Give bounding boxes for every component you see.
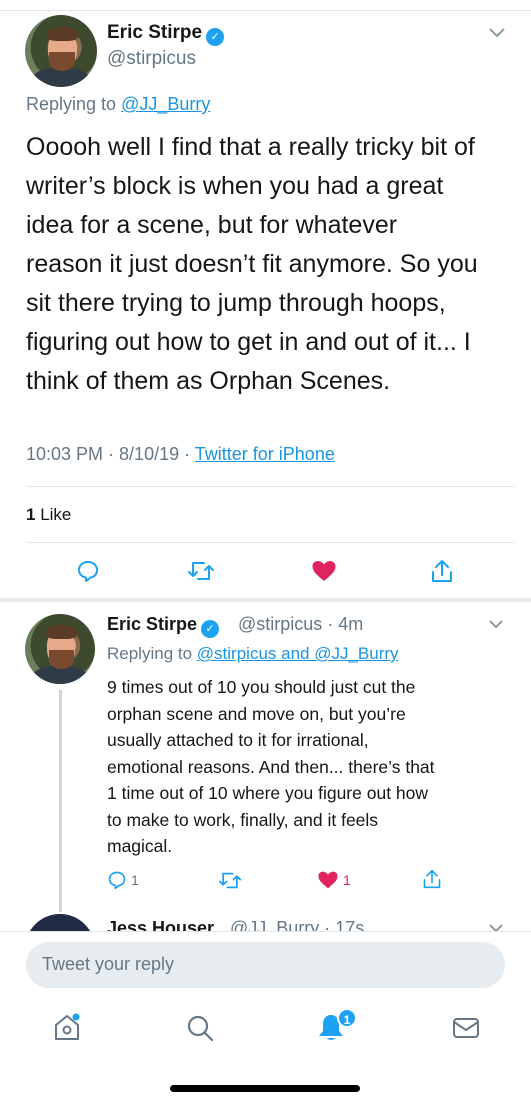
like-button[interactable] bbox=[311, 559, 337, 583]
share-icon bbox=[432, 560, 452, 582]
author-name[interactable]: Jess Houser bbox=[107, 918, 214, 931]
tab-search[interactable] bbox=[186, 1014, 214, 1047]
thread-line bbox=[59, 690, 62, 912]
reply-button[interactable] bbox=[76, 559, 100, 583]
chevron-down-icon[interactable] bbox=[488, 920, 504, 931]
peek-tweet[interactable]: Jess Houser @JJ_Burry · 17s bbox=[0, 900, 531, 931]
chevron-down-icon[interactable] bbox=[488, 26, 506, 44]
reply-icon bbox=[108, 871, 126, 890]
reply-count: 1 bbox=[131, 872, 139, 888]
tweet-timestamp: 10:03 PM · 8/10/19 · Twitter for iPhone bbox=[26, 444, 335, 464]
avatar[interactable] bbox=[25, 614, 95, 684]
home-icon bbox=[55, 1013, 80, 1040]
retweet-icon bbox=[218, 872, 242, 889]
like-count: 1 bbox=[343, 872, 351, 888]
replying-to-link[interactable]: @JJ_Burry bbox=[121, 94, 210, 114]
replying-to: Replying to @JJ_Burry bbox=[26, 94, 211, 114]
replying-to: Replying to @stirpicus and @JJ_Burry bbox=[107, 644, 399, 663]
heart-filled-icon bbox=[318, 871, 338, 889]
search-icon bbox=[187, 1015, 214, 1042]
reply-input-placeholder: Tweet your reply bbox=[42, 954, 175, 974]
like-button[interactable]: 1 bbox=[317, 870, 351, 890]
notification-badge: 1 bbox=[337, 1008, 357, 1028]
replying-to-link[interactable]: @stirpicus and @JJ_Burry bbox=[197, 644, 399, 663]
chevron-down-icon[interactable] bbox=[488, 616, 504, 634]
retweet-button[interactable] bbox=[187, 560, 215, 582]
author-handle-time: @JJ_Burry · 17s bbox=[230, 918, 365, 931]
top-divider bbox=[0, 10, 531, 11]
tweet-source-link[interactable]: Twitter for iPhone bbox=[195, 444, 335, 464]
verified-badge-icon: ✓ bbox=[201, 620, 220, 638]
divider bbox=[26, 542, 514, 543]
reply-icon bbox=[78, 561, 98, 582]
author-handle[interactable]: @stirpicus bbox=[107, 48, 196, 70]
messages-icon bbox=[453, 1018, 479, 1038]
section-divider bbox=[0, 598, 531, 602]
retweet-icon bbox=[188, 562, 214, 580]
tweet-text: Ooooh well I find that a really tricky b… bbox=[26, 133, 478, 395]
divider bbox=[26, 486, 514, 487]
author-handle-time: @stirpicus · 4m bbox=[238, 614, 364, 634]
tweet-text: 9 times out of 10 you should just cut th… bbox=[107, 677, 435, 856]
retweet-button[interactable] bbox=[218, 871, 242, 890]
likes-count[interactable]: 1 Like bbox=[26, 505, 71, 525]
share-button[interactable] bbox=[422, 868, 442, 890]
reply-button[interactable]: 1 bbox=[107, 870, 139, 890]
reply-input[interactable]: Tweet your reply bbox=[26, 942, 505, 988]
tab-messages[interactable] bbox=[452, 1016, 480, 1045]
tab-home[interactable] bbox=[52, 1012, 82, 1047]
avatar[interactable] bbox=[25, 15, 97, 87]
share-button[interactable] bbox=[430, 558, 454, 584]
share-icon bbox=[423, 869, 441, 889]
avatar[interactable] bbox=[25, 914, 95, 931]
home-indicator[interactable] bbox=[170, 1085, 360, 1092]
verified-badge-icon: ✓ bbox=[206, 28, 225, 46]
author-name[interactable]: Eric Stirpe ✓ bbox=[107, 614, 220, 638]
heart-filled-icon bbox=[312, 561, 336, 581]
author-name[interactable]: Eric Stirpe ✓ bbox=[107, 22, 225, 46]
